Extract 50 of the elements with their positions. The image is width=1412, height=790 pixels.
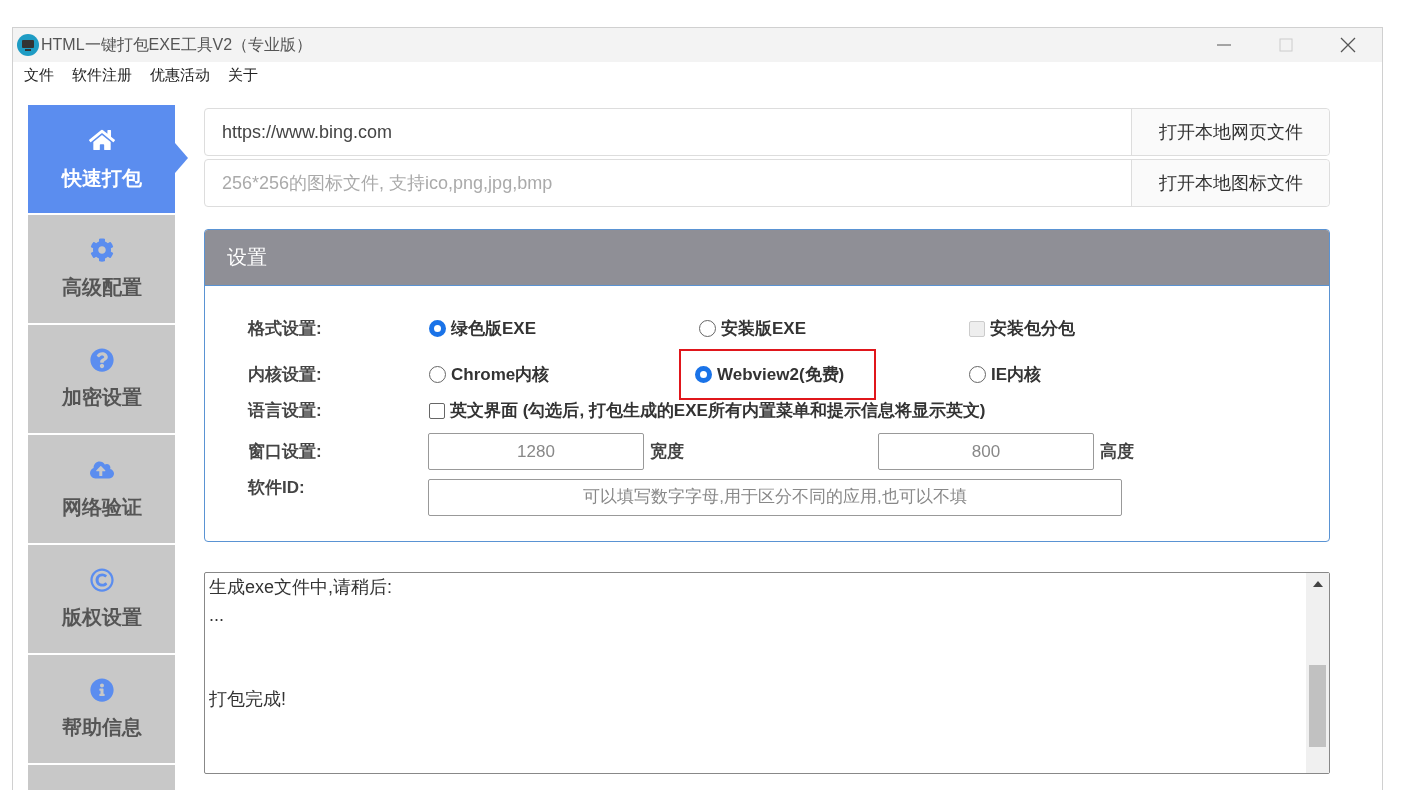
setting-label: 内核设置: xyxy=(248,364,323,386)
width-label: 宽度 xyxy=(650,441,684,463)
radio-button[interactable] xyxy=(429,320,446,337)
setting-label: 软件ID: xyxy=(248,477,306,499)
gear-icon xyxy=(89,237,114,262)
menu-item[interactable]: 文件 xyxy=(24,66,54,85)
sidebar-item[interactable]: 高级配置 xyxy=(28,215,175,323)
sidebar-item[interactable]: 帮助信息 xyxy=(28,655,175,763)
close-icon[interactable] xyxy=(1340,37,1356,53)
copyright-icon xyxy=(89,567,114,592)
info-icon xyxy=(89,677,114,702)
sidebar-item[interactable]: 加密设置 xyxy=(28,325,175,433)
setting-label: 窗口设置: xyxy=(248,441,323,463)
option-label[interactable]: Webview2(免费) xyxy=(717,363,845,386)
option-label[interactable]: 安装版EXE xyxy=(721,317,807,340)
sidebar-item[interactable]: 版权设置 xyxy=(28,545,175,653)
scrollbar[interactable] xyxy=(1306,573,1329,773)
open-icon-button[interactable]: 打开本地图标文件 xyxy=(1131,160,1329,206)
log-line: ... xyxy=(209,604,225,627)
scroll-up-icon[interactable] xyxy=(1312,581,1323,587)
width-field[interactable]: 1280 xyxy=(428,433,644,470)
option-label[interactable]: 英文界面 (勾选后, 打包生成的EXE所有内置菜单和提示信息将显示英文) xyxy=(450,399,986,422)
icon-file-field[interactable]: 256*256的图标文件, 支持ico,png,jpg,bmp 打开本地图标文件 xyxy=(204,159,1330,207)
radio-button[interactable] xyxy=(969,366,986,383)
radio-button[interactable] xyxy=(695,366,712,383)
app-logo-icon xyxy=(17,34,39,56)
checkbox[interactable] xyxy=(429,402,445,419)
panel-title: 设置 xyxy=(227,245,267,270)
radio-button[interactable] xyxy=(699,320,716,337)
pointer-icon xyxy=(175,143,188,173)
open-page-button[interactable]: 打开本地网页文件 xyxy=(1131,109,1329,155)
url-field[interactable]: https://www.bing.com 打开本地网页文件 xyxy=(204,108,1330,156)
radio-button[interactable] xyxy=(429,366,446,383)
scroll-thumb[interactable] xyxy=(1309,665,1326,747)
height-field[interactable]: 800 xyxy=(878,433,1094,470)
software-id-field[interactable]: 可以填写数字字母,用于区分不同的应用,也可以不填 xyxy=(428,478,1122,516)
window-title: HTML一键打包EXE工具V2（专业版） xyxy=(41,34,314,55)
menu-item[interactable]: 软件注册 xyxy=(72,66,132,85)
option-label[interactable]: IE内核 xyxy=(991,363,1042,386)
sidebar-item[interactable]: 网络验证 xyxy=(28,435,175,543)
height-label: 高度 xyxy=(1100,441,1134,463)
question-icon xyxy=(89,347,114,372)
log-line: 打包完成! xyxy=(209,688,287,711)
menu-item[interactable]: 关于 xyxy=(228,66,258,85)
setting-label: 语言设置: xyxy=(248,400,323,422)
log-line: 生成exe文件中,请稍后: xyxy=(209,576,394,599)
option-label[interactable]: 绿色版EXE xyxy=(451,317,537,340)
option-label[interactable]: Chrome内核 xyxy=(451,363,550,386)
setting-label: 格式设置: xyxy=(248,318,323,340)
menu-item[interactable]: 优惠活动 xyxy=(150,66,210,85)
